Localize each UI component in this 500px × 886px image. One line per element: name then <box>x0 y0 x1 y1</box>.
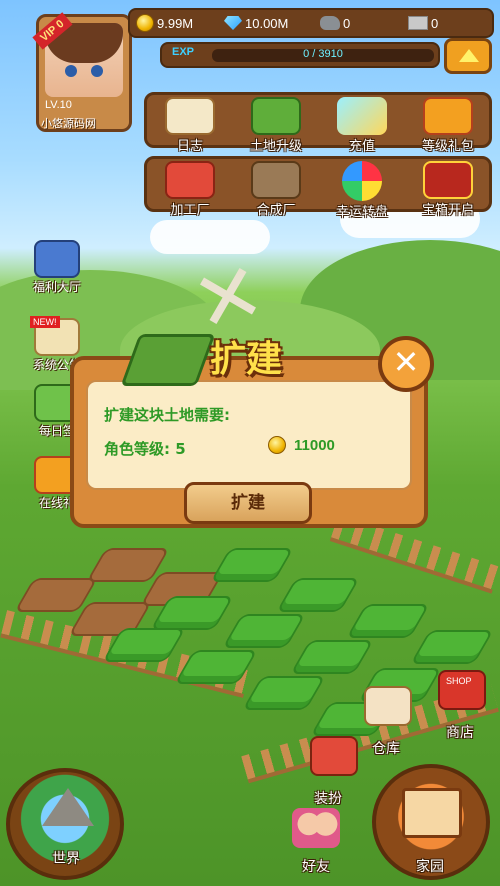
stone-resource: 0 <box>314 16 402 31</box>
stone-icon <box>320 16 340 30</box>
new-badge: NEW! <box>30 316 60 328</box>
lucky-wheel-icon <box>342 161 382 201</box>
game-screen: VIP 0 LV.10 小悠源码网 9.99M 10.00M 0 0 EXP 0… <box>0 0 500 886</box>
crop-plot[interactable] <box>276 578 360 612</box>
lucky-wheel-button[interactable]: 幸运转盘 <box>319 161 405 220</box>
land-upgrade-icon <box>251 97 301 135</box>
friends-label: 好友 <box>302 859 330 875</box>
crystal-icon <box>337 97 387 135</box>
treasure-chest-icon <box>423 161 473 199</box>
crop-plot[interactable] <box>210 548 294 582</box>
player-name: 小悠源码网 <box>41 117 96 130</box>
factory-icon <box>165 161 215 199</box>
windmill-icon <box>198 266 258 326</box>
required-gold: 11000 <box>268 436 335 454</box>
gold-cost: 11000 <box>294 436 335 454</box>
treasure-chest-button[interactable]: 宝箱开启 <box>405 161 491 218</box>
world-label: 世界 <box>52 851 80 867</box>
expand-confirm-button[interactable]: 扩建 <box>184 482 312 524</box>
gold-coin-icon <box>136 14 154 32</box>
gift-box-icon <box>423 97 473 135</box>
gem-amount: 10.00M <box>245 15 289 31</box>
friends-icon[interactable] <box>292 808 340 848</box>
dress-up-icon[interactable] <box>310 736 358 776</box>
function-row-1: 日志 土地升级 充值 等级礼包 <box>144 92 492 154</box>
player-avatar[interactable]: VIP 0 LV.10 小悠源码网 <box>32 12 132 132</box>
factory-button[interactable]: 加工厂 <box>147 161 233 218</box>
crop-plot[interactable] <box>222 614 306 648</box>
gold-resource: 9.99M <box>130 14 218 32</box>
dialog-title: 扩建 <box>210 339 283 380</box>
warehouse-icon[interactable] <box>364 686 412 726</box>
announcement-scroll-icon: NEW! <box>30 316 80 356</box>
wood-amount: 0 <box>431 15 439 31</box>
dialog-content-panel <box>86 380 412 490</box>
gold-amount: 9.99M <box>157 15 194 31</box>
function-row-2: 加工厂 合成厂 幸运转盘 宝箱开启 <box>144 156 492 220</box>
player-level: LV.10 <box>45 99 72 111</box>
level-gift-button[interactable]: 等级礼包 <box>405 97 491 154</box>
mountain-icon <box>42 788 94 826</box>
required-level: 角色等级: 5 <box>104 440 186 458</box>
recharge-button[interactable]: 充值 <box>319 97 405 154</box>
exp-text: 0 / 3910 <box>303 48 343 60</box>
expand-requirement-text: 扩建这块土地需要: <box>104 406 230 424</box>
crop-plot[interactable] <box>290 640 374 674</box>
collapse-menu-button[interactable] <box>444 38 492 74</box>
shop-icon[interactable]: SHOP <box>438 670 486 710</box>
welfare-house-icon <box>34 240 80 278</box>
exp-bar: EXP 0 / 3910 <box>160 42 440 68</box>
workshop-icon <box>251 161 301 199</box>
shop-label: 商店 <box>446 725 474 741</box>
plank-icon <box>408 16 428 30</box>
cloud <box>150 220 270 254</box>
wood-resource: 0 <box>402 16 490 31</box>
crop-plot[interactable] <box>242 676 326 710</box>
house-icon <box>402 788 462 838</box>
workshop-button[interactable]: 合成厂 <box>233 161 319 218</box>
welfare-hall-button[interactable]: 福利大厅 <box>22 240 92 295</box>
exp-progress: 0 / 3910 <box>212 48 434 62</box>
gem-resource: 10.00M <box>218 16 314 31</box>
journal-button[interactable]: 日志 <box>147 97 233 154</box>
warehouse-label: 仓库 <box>372 741 400 757</box>
journal-book-icon <box>165 97 215 135</box>
resource-bar: 9.99M 10.00M 0 0 <box>128 8 494 38</box>
crop-plot[interactable] <box>346 604 430 638</box>
exp-star-icon: EXP <box>172 46 195 58</box>
gold-coin-icon <box>268 436 286 454</box>
close-button[interactable]: ✕ <box>378 336 434 392</box>
home-label: 家园 <box>416 859 444 875</box>
land-upgrade-button[interactable]: 土地升级 <box>233 97 319 154</box>
crop-plot[interactable] <box>410 630 494 664</box>
diamond-icon <box>224 16 242 30</box>
shop-sign: SHOP <box>446 676 472 686</box>
dress-label: 装扮 <box>314 791 342 807</box>
stone-amount: 0 <box>343 15 351 31</box>
